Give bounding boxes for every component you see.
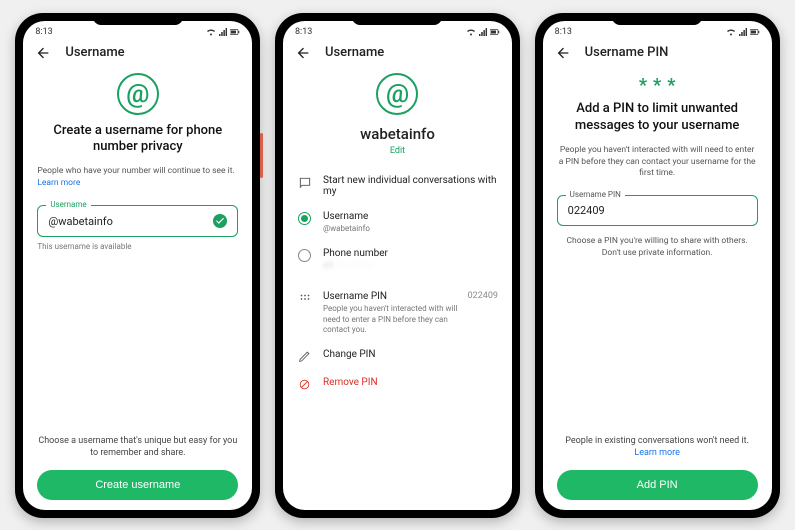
phone-frame-3: 8:13 Username PIN *** Add a PIN to limit… xyxy=(535,13,780,518)
screen-3: 8:13 Username PIN *** Add a PIN to limit… xyxy=(543,21,772,510)
availability-hint: This username is available xyxy=(37,242,238,251)
row-title: Username PIN xyxy=(323,291,458,302)
block-icon xyxy=(298,378,311,391)
appbar: Username xyxy=(23,39,252,67)
change-pin-row[interactable]: Change PIN xyxy=(297,342,498,370)
option-username[interactable]: Username @wabetainfo xyxy=(297,204,498,241)
field-value: @wabetainfo xyxy=(48,215,113,228)
screen-2: 8:13 Username @ wabetainfo Edit Start ne… xyxy=(283,21,512,510)
status-icons xyxy=(466,28,500,36)
page-subtext: People you haven't interacted with will … xyxy=(557,145,758,179)
footer-hint: People in existing conversations won't n… xyxy=(557,435,758,459)
username-input[interactable]: Username @wabetainfo xyxy=(37,205,238,237)
appbar: Username xyxy=(283,39,512,67)
battery-icon xyxy=(750,29,760,35)
status-time: 8:13 xyxy=(555,27,572,37)
row-title: Start new individual conversations with … xyxy=(323,175,498,197)
learn-more-link[interactable]: Learn more xyxy=(37,178,80,188)
pin-input[interactable]: Username PIN 022409 xyxy=(557,195,758,226)
field-value: 022409 xyxy=(568,204,605,217)
check-icon xyxy=(213,214,227,228)
phone-masked: +1 ··· ··· ···· xyxy=(323,261,498,271)
back-icon[interactable] xyxy=(555,45,571,61)
battery-icon xyxy=(230,29,240,35)
option-handle: @wabetainfo xyxy=(323,224,498,234)
at-icon: @ xyxy=(376,73,418,115)
content-3: *** Add a PIN to limit unwanted messages… xyxy=(543,67,772,510)
content-1: @ Create a username for phone number pri… xyxy=(23,67,252,510)
field-label: Username PIN xyxy=(566,190,625,199)
appbar-title: Username xyxy=(65,45,124,60)
row-sub: People you haven't interacted with will … xyxy=(323,304,458,335)
appbar: Username PIN xyxy=(543,39,772,67)
option-label: Phone number xyxy=(323,248,498,259)
battery-icon xyxy=(490,29,500,35)
back-icon[interactable] xyxy=(35,45,51,61)
status-time: 8:13 xyxy=(35,27,52,37)
username-display: wabetainfo xyxy=(297,125,498,143)
signal-icon xyxy=(479,28,487,36)
page-subtext: People who have your number will continu… xyxy=(37,166,238,189)
status-time: 8:13 xyxy=(295,27,312,37)
status-icons xyxy=(206,28,240,36)
asterisks-icon: *** xyxy=(557,81,758,92)
page-heading: Create a username for phone number priva… xyxy=(37,123,238,157)
phone-frame-1: 8:13 Username @ Create a username for ph… xyxy=(15,13,260,518)
start-conversations-row: Start new individual conversations with … xyxy=(297,168,498,204)
footer-hint: Choose a username that's unique but easy… xyxy=(37,435,238,459)
back-icon[interactable] xyxy=(295,45,311,61)
phone-frame-2: 8:13 Username @ wabetainfo Edit Start ne… xyxy=(275,13,520,518)
add-pin-button[interactable]: Add PIN xyxy=(557,470,758,500)
at-icon: @ xyxy=(117,73,159,115)
wifi-icon xyxy=(206,28,216,36)
learn-more-link[interactable]: Learn more xyxy=(634,448,680,458)
below-field-text: Choose a PIN you're willing to share wit… xyxy=(557,236,758,259)
chat-icon xyxy=(298,176,312,190)
statusbar: 8:13 xyxy=(283,21,512,39)
content-2: @ wabetainfo Edit Start new individual c… xyxy=(283,67,512,510)
appbar-title: Username PIN xyxy=(585,45,669,60)
option-label: Username xyxy=(323,211,498,222)
edit-link[interactable]: Edit xyxy=(297,146,498,156)
row-title: Remove PIN xyxy=(323,377,498,388)
row-title: Change PIN xyxy=(323,349,498,360)
field-label: Username xyxy=(46,200,90,209)
remove-pin-row[interactable]: Remove PIN xyxy=(297,370,498,398)
username-pin-row[interactable]: Username PIN People you haven't interact… xyxy=(297,284,498,342)
status-icons xyxy=(726,28,760,36)
option-phone[interactable]: Phone number +1 ··· ··· ···· xyxy=(297,241,498,278)
signal-icon xyxy=(219,28,227,36)
wifi-icon xyxy=(726,28,736,36)
pin-value: 022409 xyxy=(468,291,498,301)
page-heading: Add a PIN to limit unwanted messages to … xyxy=(557,101,758,135)
pin-keypad-icon xyxy=(298,292,312,306)
appbar-title: Username xyxy=(325,45,384,60)
wifi-icon xyxy=(466,28,476,36)
pencil-icon xyxy=(298,350,311,363)
create-username-button[interactable]: Create username xyxy=(37,470,238,500)
statusbar: 8:13 xyxy=(23,21,252,39)
statusbar: 8:13 xyxy=(543,21,772,39)
radio-checked-icon xyxy=(298,212,311,225)
signal-icon xyxy=(739,28,747,36)
radio-unchecked-icon xyxy=(298,249,311,262)
screen-1: 8:13 Username @ Create a username for ph… xyxy=(23,21,252,510)
